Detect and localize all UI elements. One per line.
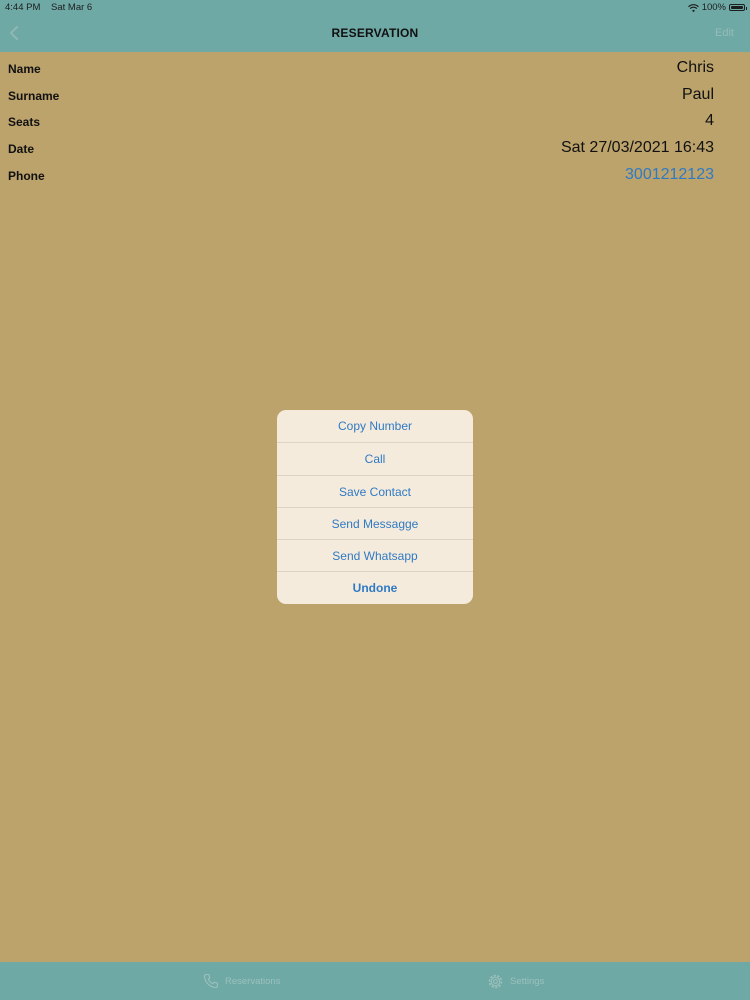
call-button[interactable]: Call [277, 442, 473, 474]
status-date: Sat Mar 6 [51, 2, 93, 13]
send-whatsapp-button[interactable]: Send Whatsapp [277, 539, 473, 571]
battery-percent: 100% [701, 2, 726, 13]
phone-action-sheet: Copy Number Call Save Contact Send Messa… [277, 410, 473, 604]
save-contact-button[interactable]: Save Contact [277, 474, 473, 507]
detail-row-phone: Phone 3001212123 [0, 163, 750, 190]
tab-bar: Reservations Settings [0, 962, 750, 1000]
wifi-icon [687, 3, 699, 12]
date-label: Date [8, 142, 35, 157]
undone-button[interactable]: Undone [277, 571, 473, 603]
detail-row-seats: Seats 4 [0, 109, 750, 136]
seats-value: 4 [705, 112, 714, 130]
edit-button[interactable]: Edit [715, 27, 734, 39]
name-label: Name [8, 62, 41, 76]
page-title: RESERVATION [331, 26, 419, 40]
detail-row-date: Date Sat 27/03/2021 16:43 [0, 136, 750, 163]
status-time: 4:44 PM [5, 2, 41, 13]
surname-value: Paul [681, 85, 714, 103]
status-right: 100% [687, 2, 747, 13]
detail-row-surname: Surname Paul [0, 83, 750, 110]
phone-link[interactable]: 3001212123 [625, 166, 714, 184]
detail-row-name: Name Chris [0, 56, 750, 83]
seats-label: Seats [8, 115, 41, 130]
status-left: 4:44 PM Sat Mar 6 [5, 2, 100, 13]
tab-settings-label: Settings [510, 976, 545, 987]
battery-icon [729, 4, 747, 11]
reservation-details: Name Chris Surname Paul Seats 4 Date Sat… [0, 56, 750, 189]
tab-reservations-label: Reservations [225, 975, 281, 987]
surname-label: Surname [8, 88, 60, 103]
tab-reservations[interactable]: Reservations [203, 973, 280, 989]
name-value: Chris [676, 59, 714, 76]
status-bar: 4:44 PM Sat Mar 6 100% [0, 0, 750, 16]
navigation-bar: RESERVATION Edit [0, 16, 750, 52]
tab-settings[interactable]: Settings [487, 973, 544, 990]
send-message-button[interactable]: Send Messagge [277, 506, 473, 539]
copy-number-button[interactable]: Copy Number [277, 410, 473, 442]
date-value: Sat 27/03/2021 16:43 [560, 139, 714, 157]
gear-icon [488, 974, 503, 989]
phone-icon [203, 973, 219, 989]
phone-label: Phone [8, 168, 45, 183]
